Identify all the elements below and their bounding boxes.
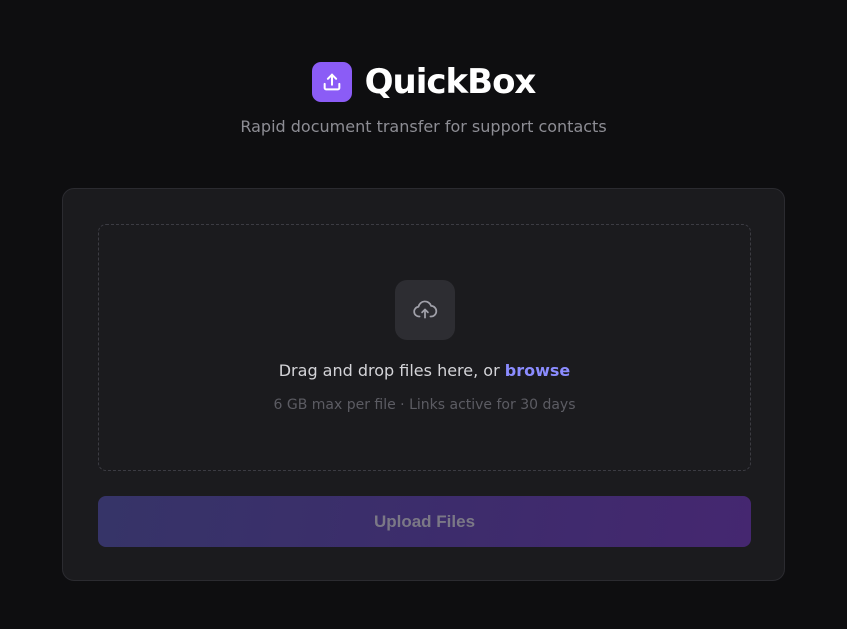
- browse-link[interactable]: browse: [505, 361, 571, 380]
- file-dropzone[interactable]: Drag and drop files here, or browse 6 GB…: [98, 224, 751, 471]
- tagline: Rapid document transfer for support cont…: [240, 117, 607, 136]
- brand-header: QuickBox: [0, 62, 847, 102]
- upload-icon: [311, 62, 352, 102]
- upload-card: Drag and drop files here, or browse 6 GB…: [62, 188, 785, 581]
- dropzone-prompt: Drag and drop files here, or browse: [99, 361, 750, 381]
- dropzone-prompt-text: Drag and drop files here, or: [278, 361, 505, 380]
- page: QuickBox Rapid document transfer for sup…: [0, 0, 847, 629]
- upload-limits: 6 GB max per file · Links active for 30 …: [273, 397, 576, 413]
- upload-files-button[interactable]: Upload Files: [98, 496, 751, 547]
- app-name: QuickBox: [364, 62, 537, 102]
- cloud-upload-icon: [395, 280, 455, 340]
